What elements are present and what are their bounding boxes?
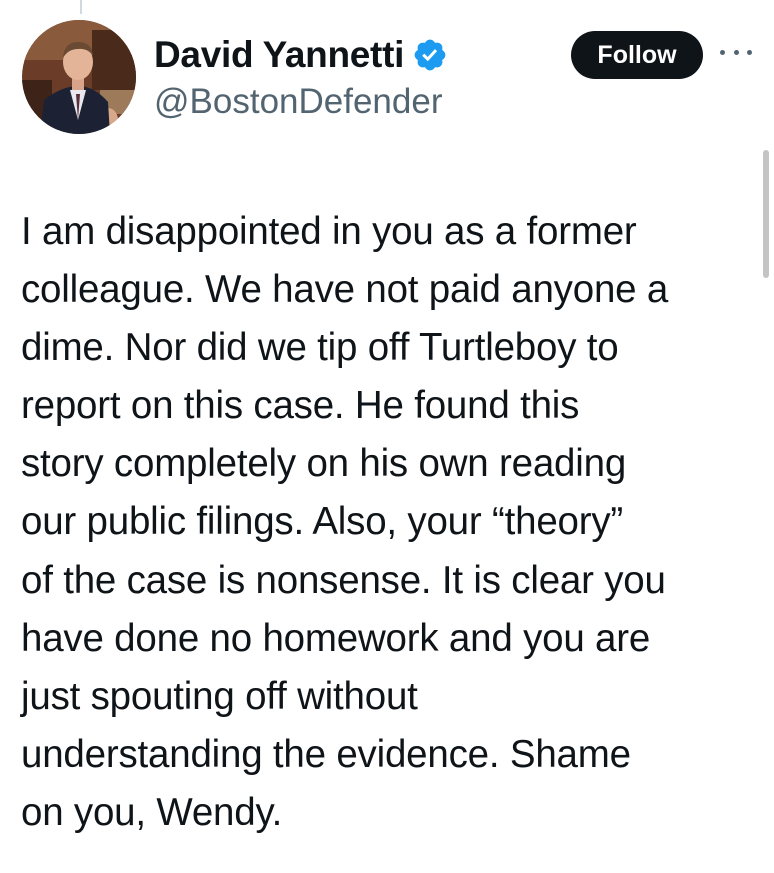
avatar[interactable] (22, 20, 136, 134)
profile-photo (22, 20, 136, 134)
tweet-text: I am disappointed in you as a former col… (21, 210, 669, 834)
more-dot (720, 49, 725, 55)
scrollbar-thumb[interactable] (763, 150, 769, 278)
more-dot (747, 49, 752, 55)
author-name-row: David Yannetti (154, 30, 448, 80)
verified-badge-icon (412, 37, 448, 73)
author-display-name[interactable]: David Yannetti (154, 34, 404, 76)
follow-button[interactable]: Follow (571, 31, 703, 79)
more-dot (733, 49, 739, 55)
more-options-icon[interactable] (720, 40, 752, 64)
author-handle[interactable]: @BostonDefender (154, 82, 442, 122)
thread-connector-line (80, 0, 82, 14)
